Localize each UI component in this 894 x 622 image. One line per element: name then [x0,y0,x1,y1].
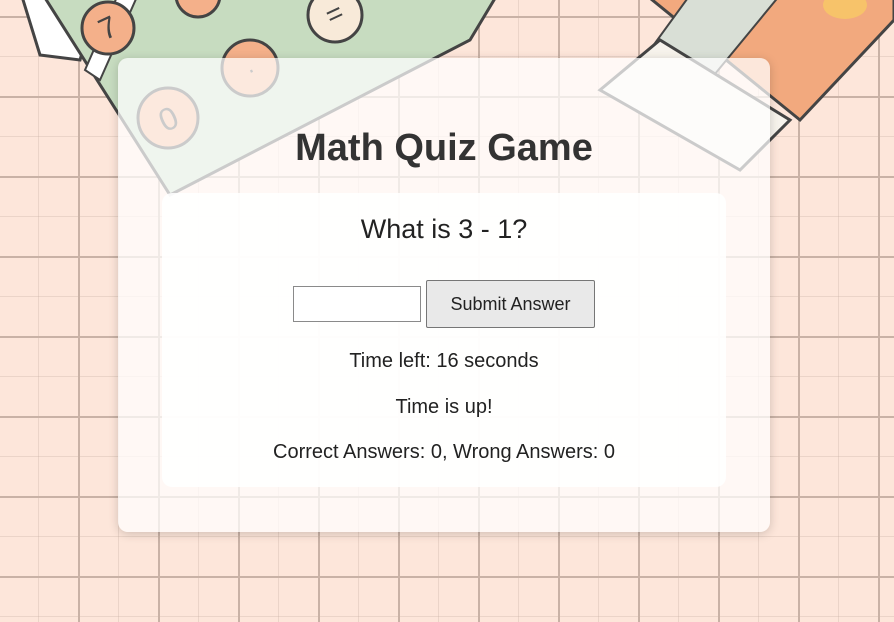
status-message: Time is up! [395,396,493,418]
answer-row: Submit Answer [162,280,726,328]
answer-input[interactable] [293,286,421,322]
svg-text:=: = [320,0,348,31]
quiz-panel: What is 3 - 1? Submit Answer Time left: … [162,193,726,487]
page-title: Math Quiz Game [295,127,593,169]
score-text: Correct Answers: 0, Wrong Answers: 0 [273,441,615,463]
svg-text:7: 7 [94,10,123,47]
quiz-card: Math Quiz Game What is 3 - 1? Submit Ans… [118,58,770,532]
timer-text: Time left: 16 seconds [349,350,539,372]
question-text: What is 3 - 1? [360,214,528,244]
submit-answer-button[interactable]: Submit Answer [426,280,595,328]
